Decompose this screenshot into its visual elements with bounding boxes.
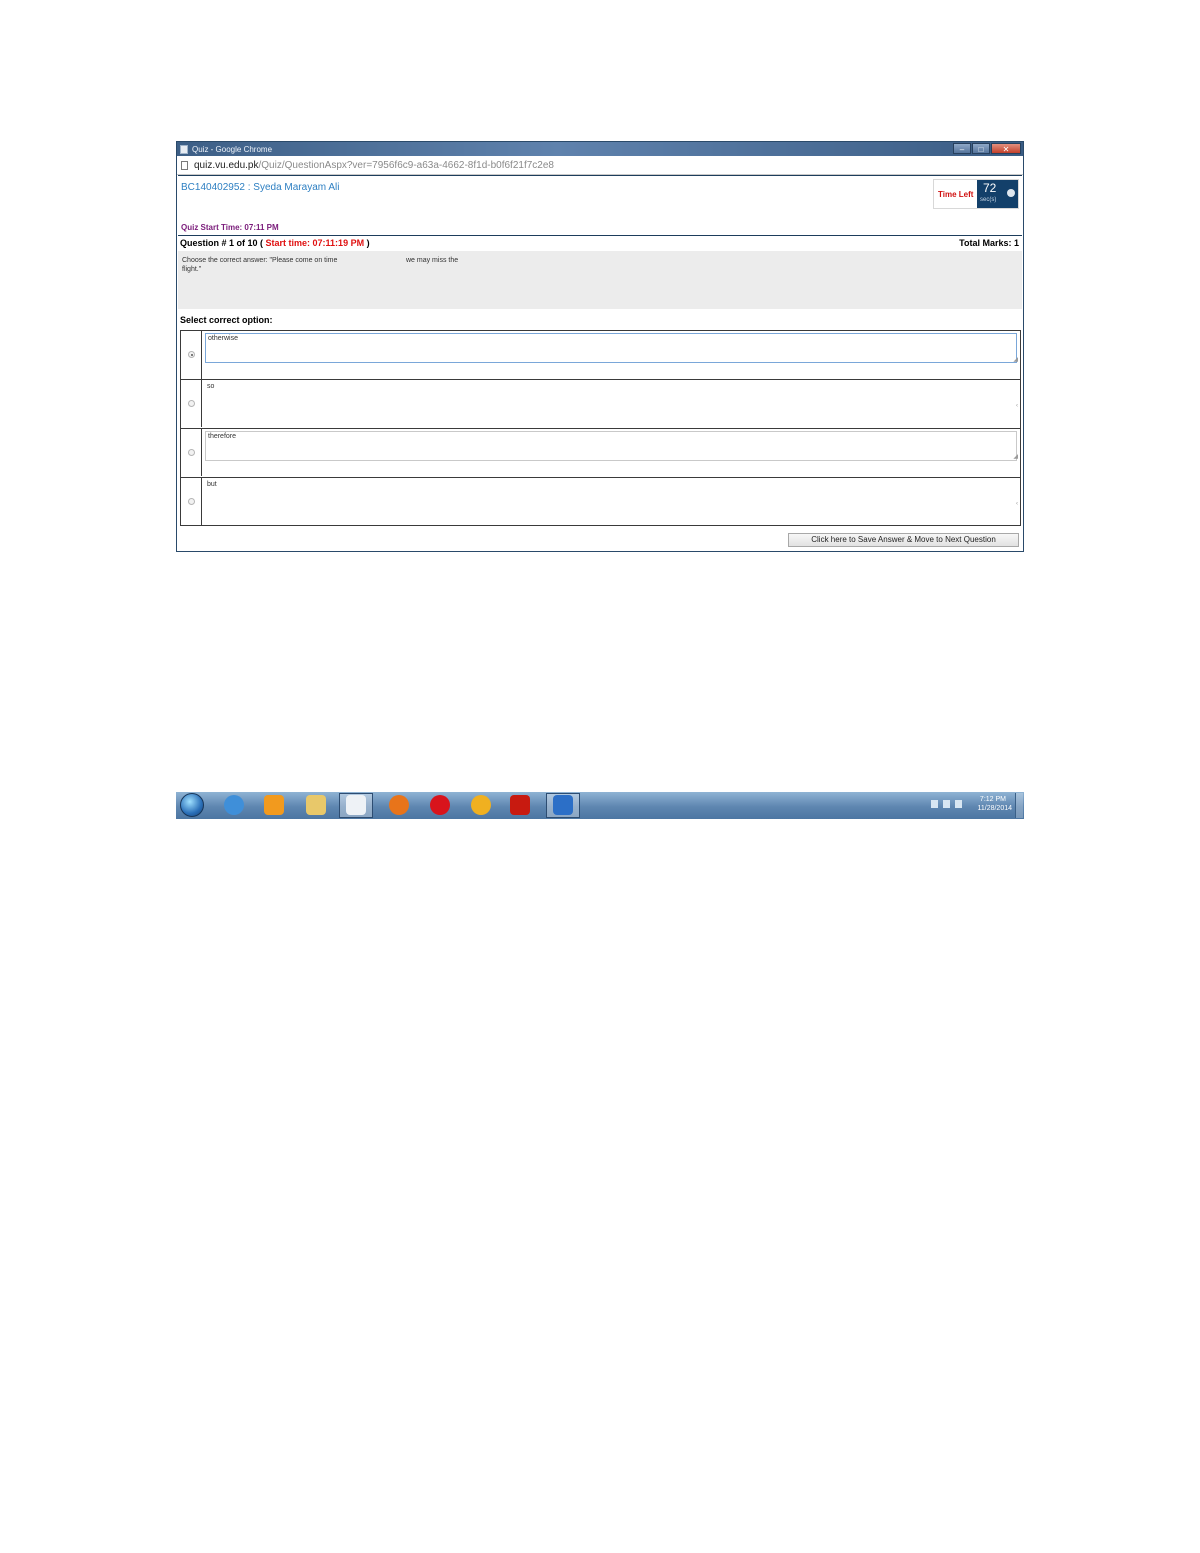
network-icon[interactable] <box>943 800 950 808</box>
radio-cell <box>181 380 202 427</box>
question-header: Question # 1 of 10 ( Start time: 07:11:1… <box>180 238 1019 250</box>
option-row[interactable]: but ‹ <box>181 477 1020 525</box>
save-next-button[interactable]: Click here to Save Answer & Move to Next… <box>788 533 1019 547</box>
option-text: so <box>207 383 215 390</box>
quiz-page: BC140402952 : Syeda Marayam Ali Quiz Sta… <box>178 175 1022 550</box>
show-desktop-button[interactable] <box>1015 793 1023 818</box>
scroll-arrow-icon: ‹ <box>1016 501 1018 507</box>
option-row[interactable]: so ‹ <box>181 379 1020 427</box>
option-text: otherwise <box>205 333 1017 363</box>
time-left-label: Time Left <box>938 190 974 199</box>
file-explorer-icon[interactable] <box>306 795 326 815</box>
url-host: quiz.vu.edu.pk <box>194 159 259 171</box>
option-text: therefore <box>205 431 1017 461</box>
question-text-line2: flight." <box>182 266 202 273</box>
windows-taskbar: 7:12 PM 11/28/2014 <box>176 792 1024 819</box>
option-row[interactable]: therefore ◢ <box>181 428 1020 476</box>
show-hidden-icon[interactable] <box>931 800 938 808</box>
option-radio[interactable] <box>188 351 195 358</box>
question-text-part1: Choose the correct answer: "Please come … <box>182 257 338 264</box>
question-start-time: Start time: 07:11:19 PM <box>265 238 365 248</box>
option-row[interactable]: otherwise ◢ <box>181 331 1020 379</box>
student-id-name: BC140402952 : Syeda Marayam Ali <box>181 182 340 193</box>
question-number: Question # 1 of 10 ( Start time: 07:11:1… <box>180 238 370 248</box>
option-radio[interactable] <box>188 400 195 407</box>
firefox-icon[interactable] <box>389 795 409 815</box>
volume-icon[interactable] <box>955 800 962 808</box>
window-title: Quiz - Google Chrome <box>192 144 273 154</box>
question-text-panel: Choose the correct answer: "Please come … <box>178 251 1022 309</box>
minimize-button[interactable]: – <box>953 143 971 154</box>
answer-options: otherwise ◢ so ‹ therefore ◢ but ‹ <box>180 330 1021 526</box>
url-path: /Quiz/QuestionAspx?ver=7956f6c9-a63a-466… <box>258 159 554 171</box>
option-radio[interactable] <box>188 449 195 456</box>
clock-time[interactable]: 7:12 PM <box>980 796 1006 803</box>
clock-icon <box>1007 189 1015 197</box>
time-left-panel: 72 sec(s) <box>977 180 1018 208</box>
time-left-widget: Time Left 72 sec(s) <box>933 179 1019 209</box>
question-text-part2: we may miss the <box>406 257 459 264</box>
page-icon <box>181 160 188 170</box>
radio-cell <box>181 331 202 379</box>
chrome-page-icon <box>180 144 188 154</box>
time-left-unit: sec(s) <box>980 197 997 203</box>
browser-window: Quiz - Google Chrome – □ ✕ quiz.vu.edu.p… <box>176 141 1024 552</box>
option-text: but <box>207 481 217 488</box>
radio-cell <box>181 478 202 525</box>
close-button[interactable]: ✕ <box>991 143 1021 154</box>
start-button-icon[interactable] <box>180 793 204 817</box>
photo-gallery-icon[interactable] <box>471 795 491 815</box>
clock-date[interactable]: 11/28/2014 <box>977 805 1012 812</box>
time-left-value: 72 <box>983 181 997 195</box>
address-bar[interactable]: quiz.vu.edu.pk/Quiz/QuestionAspx?ver=795… <box>177 156 1023 175</box>
total-marks: Total Marks: 1 <box>959 238 1019 248</box>
word-icon[interactable] <box>553 795 573 815</box>
tray-icons <box>931 800 962 808</box>
resize-grip-icon: ◢ <box>1013 357 1018 363</box>
maximize-button[interactable]: □ <box>972 143 990 154</box>
select-option-label: Select correct option: <box>180 315 273 325</box>
header-divider <box>178 235 1022 236</box>
scroll-arrow-icon: ‹ <box>1016 403 1018 409</box>
acrobat-reader-icon[interactable] <box>510 795 530 815</box>
document-viewer-icon[interactable] <box>346 795 366 815</box>
opera-icon[interactable] <box>430 795 450 815</box>
window-controls: – □ ✕ <box>953 143 1021 154</box>
internet-explorer-icon[interactable] <box>224 795 244 815</box>
radio-cell <box>181 429 202 476</box>
quiz-start-time: Quiz Start Time: 07:11 PM <box>181 223 279 232</box>
title-bar: Quiz - Google Chrome – □ ✕ <box>177 142 1023 156</box>
option-radio[interactable] <box>188 498 195 505</box>
media-player-icon[interactable] <box>264 795 284 815</box>
resize-grip-icon: ◢ <box>1013 454 1018 460</box>
